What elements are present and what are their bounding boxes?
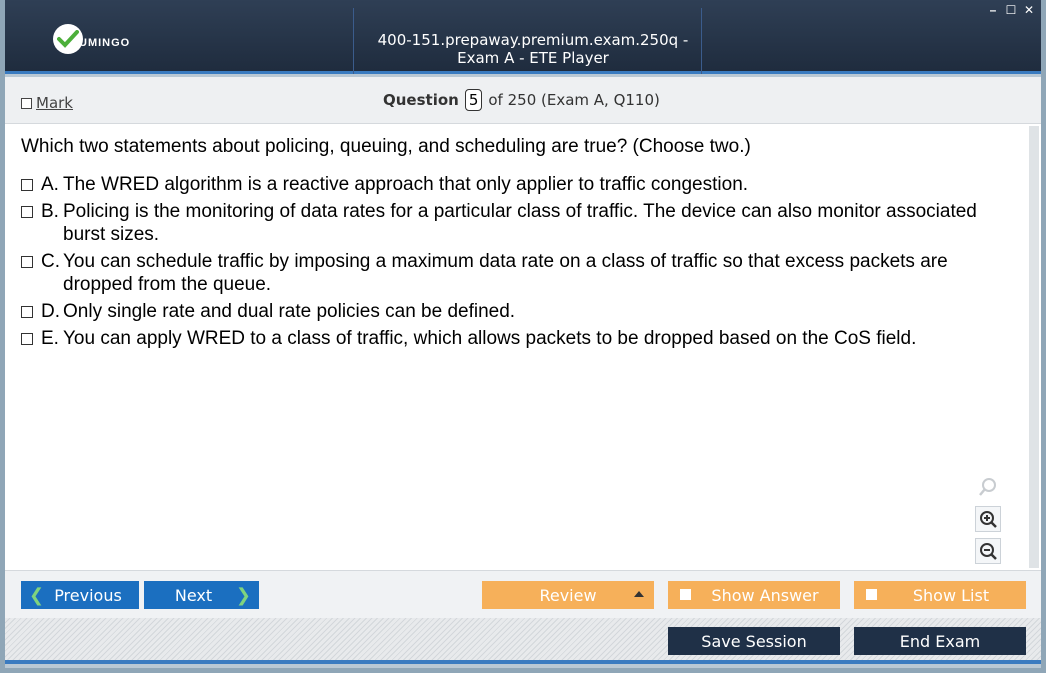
zoom-out-icon[interactable]: [975, 538, 1001, 564]
option-a[interactable]: A. The WRED algorithm is a reactive appr…: [21, 173, 1011, 196]
show-list-button[interactable]: Show List: [854, 581, 1026, 609]
chevron-right-icon: ❯: [235, 584, 251, 606]
checkbox-icon[interactable]: [21, 97, 32, 109]
previous-label: Previous: [54, 585, 122, 605]
option-e[interactable]: E. You can apply WRED to a class of traf…: [21, 327, 1011, 350]
save-session-button[interactable]: Save Session: [668, 627, 840, 655]
option-checkbox[interactable]: [21, 306, 33, 318]
window-title: 400-151.prepaway.premium.exam.250q - Exa…: [377, 31, 689, 67]
option-checkbox[interactable]: [21, 206, 33, 218]
option-letter: B.: [41, 201, 59, 222]
option-b[interactable]: B. Policing is the monitoring of data ra…: [21, 200, 1011, 246]
question-header: Mark Question 5 of 250 (Exam A, Q110): [5, 77, 1041, 124]
end-exam-button[interactable]: End Exam: [854, 627, 1026, 655]
option-c[interactable]: C. You can schedule traffic by imposing …: [21, 250, 1011, 296]
option-text: Only single rate and dual rate policies …: [63, 301, 516, 322]
checkbox-icon[interactable]: [680, 589, 691, 600]
option-text: You can schedule traffic by imposing a m…: [63, 251, 948, 295]
close-icon[interactable]: ✕: [1023, 4, 1035, 16]
question-content: Which two statements about policing, que…: [5, 124, 1041, 570]
show-answer-label: Show Answer: [711, 585, 819, 605]
zoom-in-icon[interactable]: [975, 506, 1001, 532]
question-total: of 250 (Exam A, Q110): [488, 91, 660, 109]
next-button[interactable]: Next ❯: [144, 581, 259, 609]
option-text: The WRED algorithm is a reactive approac…: [63, 174, 749, 195]
vertical-scrollbar[interactable]: [1029, 126, 1039, 568]
question-label: Question: [383, 91, 459, 109]
next-label: Next: [174, 585, 213, 605]
review-button[interactable]: Review: [482, 581, 654, 609]
option-letter: D.: [41, 301, 60, 322]
search-icon[interactable]: [975, 474, 1001, 500]
option-text: Policing is the monitoring of data rates…: [63, 201, 977, 245]
checkbox-icon[interactable]: [866, 589, 877, 600]
mark-label: Mark: [36, 94, 73, 112]
caret-up-icon: [634, 591, 644, 597]
maximize-icon[interactable]: ☐: [1005, 4, 1017, 16]
save-session-label: Save Session: [701, 631, 807, 651]
option-checkbox[interactable]: [21, 256, 33, 268]
previous-button[interactable]: ❮ Previous: [21, 581, 139, 609]
logo-wordmark: UMINGO: [79, 37, 131, 49]
window-controls: – ☐ ✕: [987, 4, 1035, 16]
footer-bar: Save Session End Exam: [5, 618, 1041, 664]
question-counter: Question 5 of 250 (Exam A, Q110): [383, 89, 660, 111]
chevron-left-icon: ❮: [29, 584, 45, 606]
answer-options: A. The WRED algorithm is a reactive appr…: [21, 173, 1011, 354]
mark-checkbox[interactable]: Mark: [21, 94, 73, 112]
option-letter: A.: [41, 174, 59, 195]
question-text: Which two statements about policing, que…: [21, 136, 751, 157]
end-exam-label: End Exam: [899, 631, 981, 651]
show-list-label: Show List: [912, 585, 990, 605]
option-d[interactable]: D. Only single rate and dual rate polici…: [21, 300, 1011, 323]
title-bar: UMINGO 400-151.prepaway.premium.exam.250…: [5, 0, 1041, 74]
option-checkbox[interactable]: [21, 333, 33, 345]
app-logo: UMINGO: [53, 24, 130, 54]
zoom-tools: [975, 474, 1001, 564]
option-checkbox[interactable]: [21, 179, 33, 191]
option-text: You can apply WRED to a class of traffic…: [63, 328, 917, 349]
question-number-input[interactable]: 5: [464, 89, 483, 111]
title-divider: [353, 8, 354, 74]
navigation-bar: ❮ Previous Next ❯ Review Show Answer Sho…: [5, 570, 1041, 618]
option-letter: C.: [41, 251, 60, 272]
review-label: Review: [539, 585, 597, 605]
minimize-icon[interactable]: –: [987, 4, 999, 16]
show-answer-button[interactable]: Show Answer: [668, 581, 840, 609]
title-divider: [701, 8, 702, 74]
option-letter: E.: [41, 328, 59, 349]
